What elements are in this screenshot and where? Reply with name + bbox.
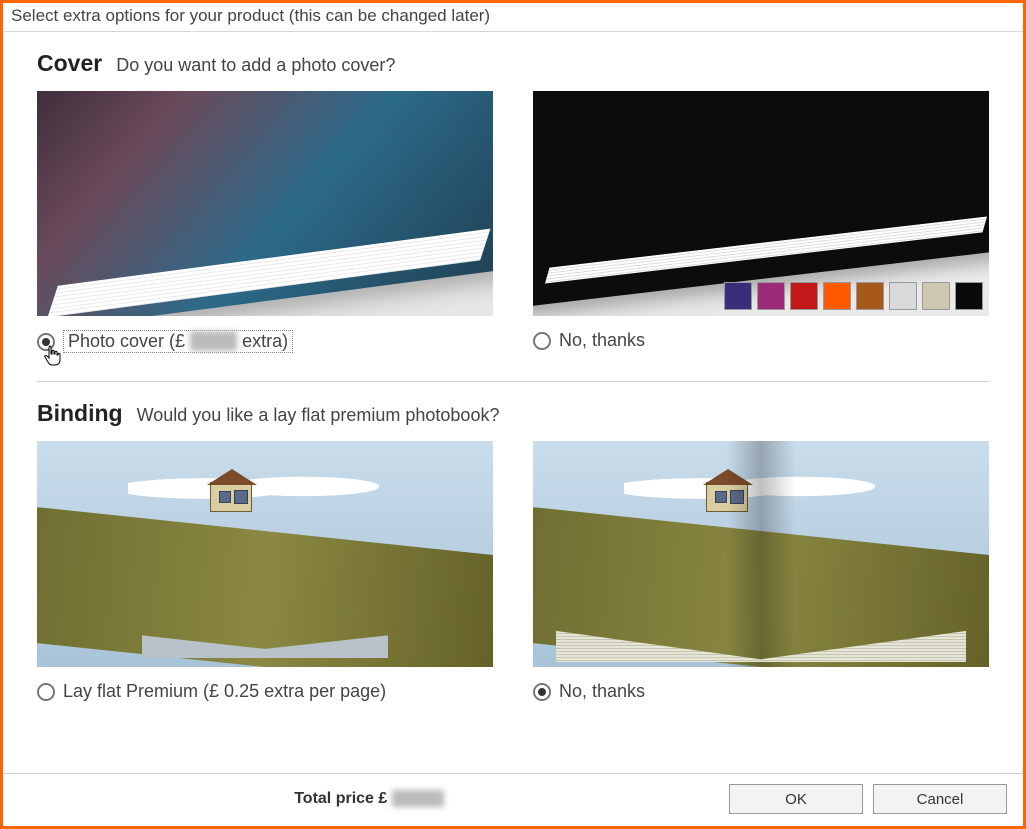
binding-question: Would you like a lay flat premium photob… — [137, 405, 500, 426]
total-price: Total price £ 00.00 — [19, 790, 719, 808]
swatch[interactable] — [790, 282, 818, 310]
photo-cover-label-suffix: extra) — [237, 331, 288, 351]
ok-button[interactable]: OK — [729, 784, 863, 814]
total-label: Total price £ — [294, 790, 392, 807]
plain-cover-preview[interactable] — [533, 91, 989, 316]
photo-cover-price-blurred: 0.00 — [190, 331, 237, 351]
swatch[interactable] — [823, 282, 851, 310]
no-cover-label: No, thanks — [559, 330, 645, 351]
photo-cover-label-focus: Photo cover (£ 0.00 extra) — [63, 330, 293, 353]
dialog-title: Select extra options for your product (t… — [3, 3, 1023, 32]
radio-no-binding[interactable]: No, thanks — [533, 681, 989, 702]
layflat-preview[interactable] — [37, 441, 493, 667]
cover-options-row: Photo cover (£ 0.00 extra) — [37, 91, 989, 353]
dialog-footer: Total price £ 00.00 OK Cancel — [3, 773, 1023, 826]
section-divider — [37, 381, 989, 382]
binding-title: Binding — [37, 400, 123, 427]
cover-option-none: No, thanks — [533, 91, 989, 353]
radio-no-cover[interactable]: No, thanks — [533, 330, 989, 351]
options-dialog: Select extra options for your product (t… — [0, 0, 1026, 829]
no-binding-label: No, thanks — [559, 681, 645, 702]
radio-icon — [533, 332, 551, 350]
swatch[interactable] — [955, 282, 983, 310]
regular-binding-preview[interactable] — [533, 441, 989, 667]
swatch[interactable] — [856, 282, 884, 310]
swatch[interactable] — [922, 282, 950, 310]
swatch[interactable] — [889, 282, 917, 310]
binding-header: Binding Would you like a lay flat premiu… — [37, 400, 989, 427]
dialog-content: Cover Do you want to add a photo cover? … — [3, 32, 1023, 773]
cancel-button[interactable]: Cancel — [873, 784, 1007, 814]
cover-question: Do you want to add a photo cover? — [116, 55, 395, 76]
total-price-blurred: 00.00 — [392, 790, 444, 807]
radio-icon — [37, 333, 55, 351]
cover-header: Cover Do you want to add a photo cover? — [37, 50, 989, 77]
swatch[interactable] — [724, 282, 752, 310]
binding-option-none: No, thanks — [533, 441, 989, 702]
binding-option-layflat: Lay flat Premium (£ 0.25 extra per page) — [37, 441, 493, 702]
layflat-label: Lay flat Premium (£ 0.25 extra per page) — [63, 681, 386, 702]
radio-photo-cover[interactable]: Photo cover (£ 0.00 extra) — [37, 330, 493, 353]
cover-title: Cover — [37, 50, 102, 77]
cover-option-photo: Photo cover (£ 0.00 extra) — [37, 91, 493, 353]
radio-layflat[interactable]: Lay flat Premium (£ 0.25 extra per page) — [37, 681, 493, 702]
photo-cover-preview[interactable] — [37, 91, 493, 316]
radio-icon — [37, 683, 55, 701]
binding-options-row: Lay flat Premium (£ 0.25 extra per page)… — [37, 441, 989, 702]
color-swatches — [724, 282, 983, 310]
swatch[interactable] — [757, 282, 785, 310]
photo-cover-label-prefix: Photo cover (£ — [68, 331, 190, 351]
radio-icon — [533, 683, 551, 701]
